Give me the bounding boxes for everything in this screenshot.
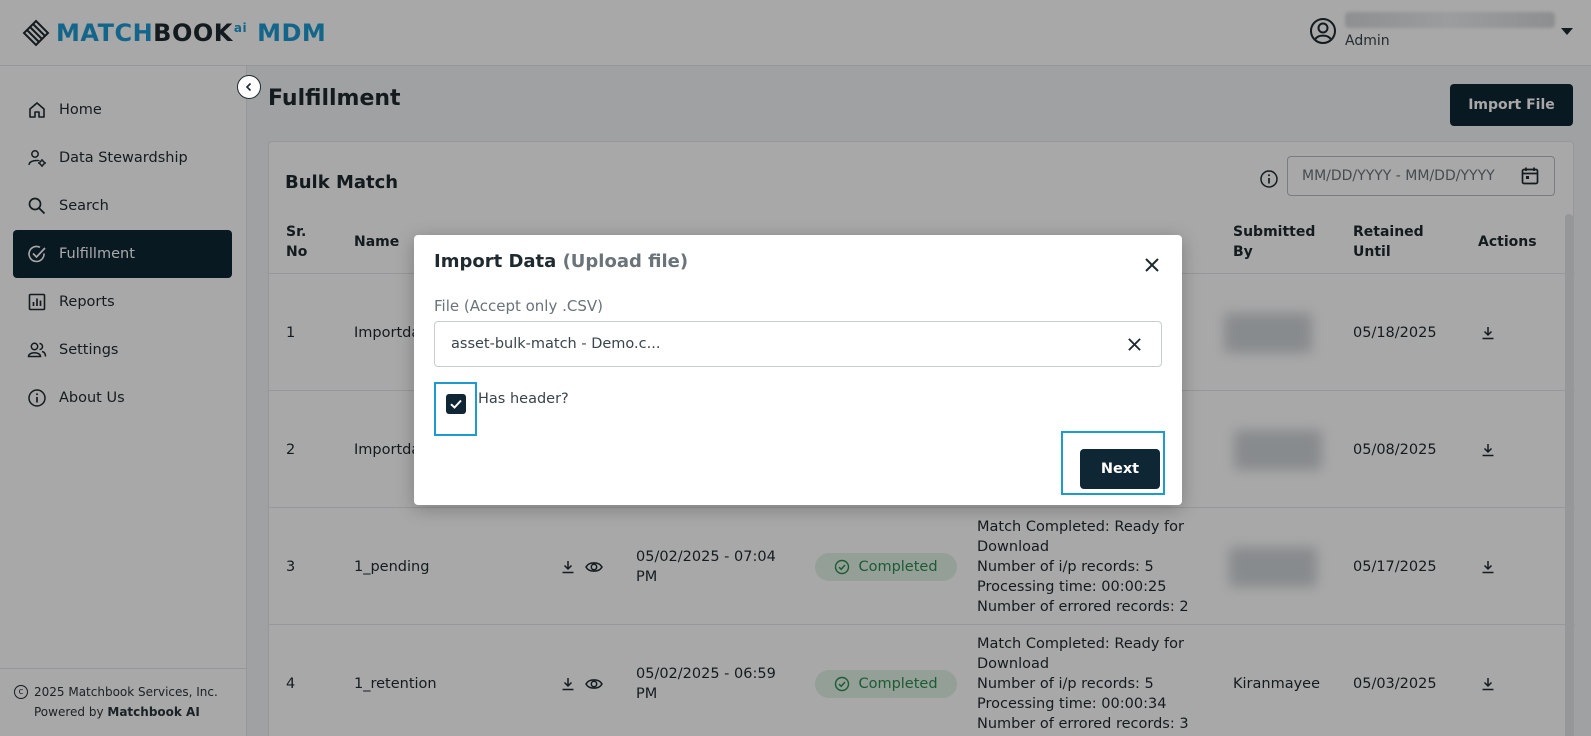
file-input[interactable]: asset-bulk-match - Demo.c... [434, 321, 1162, 367]
next-button[interactable]: Next [1080, 449, 1160, 489]
file-input-value: asset-bulk-match - Demo.c... [451, 336, 661, 352]
modal-close-button[interactable] [1140, 253, 1164, 277]
clear-file-button[interactable] [1123, 333, 1145, 355]
has-header-checkbox-highlight [434, 382, 477, 436]
has-header-label: Has header? [478, 391, 569, 407]
file-field-label: File (Accept only .CSV) [434, 297, 603, 315]
close-icon [1127, 337, 1141, 351]
sidebar-collapse-button[interactable] [237, 75, 261, 99]
next-button-highlight: Next [1061, 431, 1165, 495]
modal-subtitle: (Upload file) [562, 251, 689, 272]
close-icon [1145, 258, 1159, 272]
checkmark-icon [450, 399, 462, 409]
modal-title: Import Data (Upload file) [434, 251, 689, 272]
chevron-left-icon [245, 82, 252, 92]
import-data-modal: Import Data (Upload file) File (Accept o… [414, 235, 1182, 505]
has-header-checkbox[interactable] [446, 394, 466, 414]
